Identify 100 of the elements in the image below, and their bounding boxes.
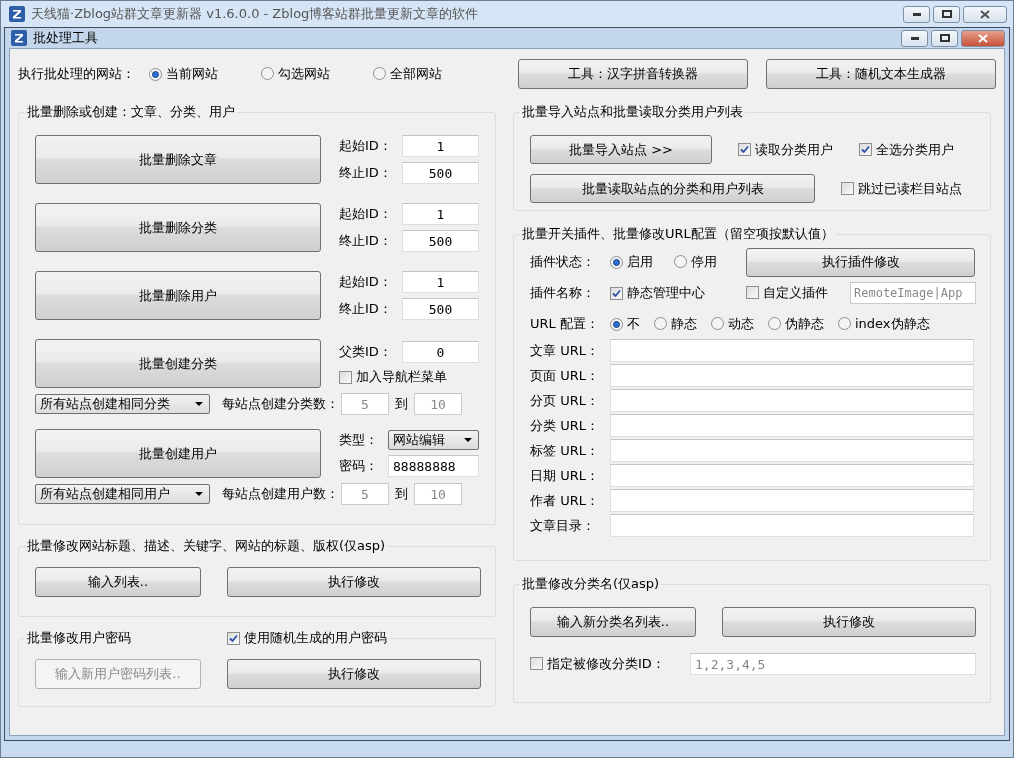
id-field[interactable]: 0	[402, 341, 479, 363]
checkbox-label: 自定义插件	[763, 283, 828, 302]
checkbox[interactable]	[610, 286, 623, 300]
list-button[interactable]: 输入新分类名列表..	[530, 607, 696, 637]
checkbox[interactable]	[530, 657, 543, 671]
dropdown[interactable]: 网站编辑	[388, 430, 479, 450]
checkbox[interactable]	[859, 143, 872, 156]
maximize-button[interactable]	[933, 5, 960, 23]
close-button[interactable]	[963, 5, 1007, 23]
url-field[interactable]	[610, 464, 974, 487]
checkbox[interactable]	[227, 631, 240, 645]
url-field[interactable]	[610, 339, 974, 362]
group-title: 批量修改网站标题、描述、关键字、网站的标题、版权(仅asp)	[26, 537, 387, 555]
caret-icon	[464, 438, 472, 442]
field-label: 文章 URL：	[530, 341, 600, 360]
id-field[interactable]: 1	[402, 203, 479, 225]
group-title-text: 批量修改用户密码	[27, 629, 132, 647]
checkbox[interactable]	[841, 182, 854, 195]
field-label: 父类ID：	[339, 343, 393, 361]
action-button[interactable]: 批量创建分类	[35, 339, 321, 388]
caret-icon	[195, 402, 203, 406]
tool-button[interactable]: 工具：汉字拼音转换器	[518, 59, 748, 89]
run-button[interactable]: 执行修改	[227, 659, 481, 689]
minimize-icon	[910, 36, 919, 40]
password-field[interactable]: 88888888	[388, 455, 479, 477]
field-label: 终止ID：	[339, 232, 393, 250]
checkbox-label: 指定被修改分类ID：	[547, 654, 665, 673]
maximize-icon	[941, 10, 952, 18]
group-title: 批量导入站点和批量读取分类用户列表	[521, 103, 744, 121]
radio-label: 停用	[691, 252, 717, 271]
action-button[interactable]: 批量删除文章	[35, 135, 321, 184]
id-field[interactable]: 500	[402, 298, 479, 320]
field-label: 日期 URL：	[530, 466, 600, 485]
url-field[interactable]	[610, 414, 974, 437]
window-title: 天线猫·Zblog站群文章更新器 v1.6.0.0 - Zblog博客站群批量更新文章的软件	[31, 5, 480, 23]
dialog-title: 批处理工具	[33, 29, 99, 47]
url-field[interactable]	[610, 364, 974, 387]
count-field[interactable]: 5	[341, 393, 389, 415]
minimize-button[interactable]	[901, 29, 928, 47]
field-label: 页面 URL：	[530, 366, 600, 385]
radio-label: 当前网站	[166, 65, 218, 83]
import-button[interactable]: 批量导入站点 >>	[530, 135, 712, 164]
group-title: 批量删除或创建：文章、分类、用户	[26, 103, 236, 121]
tool-button[interactable]: 工具：随机文本生成器	[766, 59, 996, 89]
field-label: 起始ID：	[339, 137, 393, 155]
radio-label: 勾选网站	[278, 64, 330, 83]
radio-button[interactable]	[674, 255, 687, 269]
field-label: 标签 URL：	[530, 441, 600, 460]
url-field[interactable]	[610, 489, 974, 512]
count-field[interactable]: 10	[414, 483, 462, 505]
field-label: 插件状态：	[530, 253, 596, 271]
action-button[interactable]: 批量删除分类	[35, 203, 321, 252]
radio-label: 启用	[627, 253, 653, 271]
url-field[interactable]	[610, 439, 974, 462]
radio-button[interactable]	[654, 317, 667, 331]
field-label: URL 配置：	[530, 315, 600, 333]
radio-button[interactable]	[373, 67, 386, 81]
close-button[interactable]	[961, 29, 1005, 47]
field-label: 每站点创建用户数：	[222, 485, 339, 503]
run-button[interactable]: 执行修改	[722, 607, 976, 637]
radio-button[interactable]	[768, 317, 781, 331]
list-button[interactable]: 输入列表..	[35, 567, 201, 597]
dropdown[interactable]: 所有站点创建相同分类	[35, 394, 210, 414]
read-button[interactable]: 批量读取站点的分类和用户列表	[530, 174, 815, 203]
run-button[interactable]: 执行插件修改	[746, 247, 975, 277]
app-logo-icon	[9, 6, 25, 22]
radio-button[interactable]	[610, 317, 623, 331]
radio-button[interactable]	[261, 67, 274, 81]
radio-label: 伪静态	[785, 314, 824, 333]
radio-label: 动态	[728, 314, 754, 333]
field-label: 插件名称：	[530, 284, 596, 302]
checkbox[interactable]	[339, 370, 352, 384]
minimize-button[interactable]	[903, 5, 930, 23]
id-field[interactable]: 1	[402, 135, 479, 157]
plugin-name-field[interactable]: RemoteImage|App	[850, 282, 976, 304]
count-field[interactable]: 10	[414, 393, 462, 415]
radio-button[interactable]	[610, 255, 623, 269]
checkbox[interactable]	[738, 143, 751, 156]
close-icon	[978, 33, 988, 43]
radio-button[interactable]	[711, 317, 724, 331]
count-field[interactable]: 5	[341, 483, 389, 505]
checkbox-label: 静态管理中心	[627, 284, 705, 302]
id-field[interactable]: 1	[402, 271, 479, 293]
maximize-icon	[939, 34, 950, 42]
field-label: 终止ID：	[339, 300, 393, 318]
maximize-button[interactable]	[931, 29, 958, 47]
id-field[interactable]: 500	[402, 230, 479, 252]
checkbox-label: 加入导航栏菜单	[356, 368, 447, 386]
group-title: 批量修改分类名(仅asp)	[521, 575, 661, 593]
radio-button[interactable]	[838, 317, 851, 331]
category-id-field[interactable]: 1,2,3,4,5	[690, 653, 976, 675]
run-button[interactable]: 执行修改	[227, 567, 481, 597]
radio-button[interactable]	[149, 67, 162, 81]
action-button[interactable]: 批量删除用户	[35, 271, 321, 320]
dropdown[interactable]: 所有站点创建相同用户	[35, 484, 210, 504]
id-field[interactable]: 500	[402, 162, 479, 184]
action-button[interactable]: 批量创建用户	[35, 429, 321, 478]
checkbox[interactable]	[746, 286, 759, 300]
url-field[interactable]	[610, 514, 974, 537]
url-field[interactable]	[610, 389, 974, 412]
